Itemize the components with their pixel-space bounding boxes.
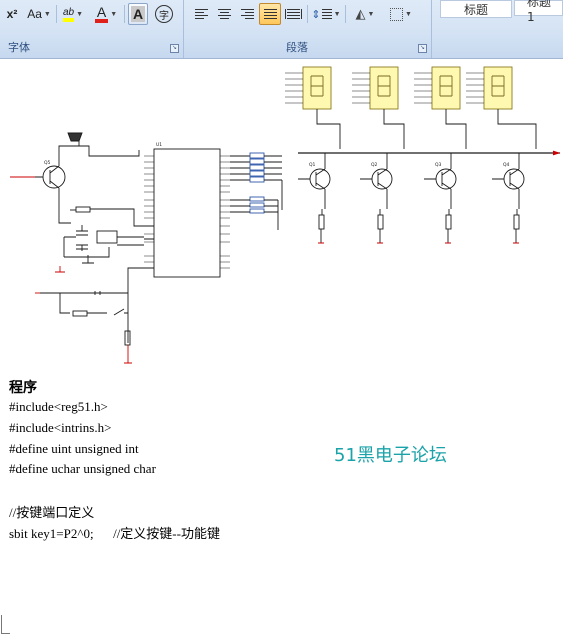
- microcontroller-chip: [153, 148, 221, 278]
- seven-segment-display-4: [466, 66, 513, 110]
- font-group: x² Aa ▼ ab ▼ A ▼ A 字 字体 ↘: [0, 0, 184, 58]
- justify-button[interactable]: [259, 3, 281, 25]
- code-line: #define uint unsigned int: [9, 441, 139, 456]
- q2-label: Q2: [371, 162, 378, 168]
- style-heading-1[interactable]: 标题 1: [514, 0, 563, 24]
- enclose-characters-button[interactable]: 字: [153, 3, 175, 25]
- font-color-icon: A: [94, 5, 109, 23]
- paragraph-group-label: 段落: [286, 41, 308, 54]
- borders-icon: [390, 7, 404, 21]
- seven-segment-display-2: [352, 66, 399, 110]
- superscript-button[interactable]: x²: [2, 3, 22, 25]
- align-right-button[interactable]: [236, 3, 258, 25]
- ribbon: x² Aa ▼ ab ▼ A ▼ A 字 字体 ↘ ⇕ ▼ ◭ ▼ ▼ 段落 ↘…: [0, 0, 563, 59]
- distributed-icon: [284, 9, 302, 19]
- line-spacing-arrows-icon: ⇕: [311, 8, 321, 21]
- divider: [345, 5, 346, 23]
- page-corner-mark: [1, 615, 10, 634]
- code-line: #define uchar unsigned char: [9, 461, 156, 476]
- character-shading-button[interactable]: A: [128, 3, 148, 25]
- chip-label: U1: [156, 142, 162, 148]
- transistor-q1: [298, 153, 331, 209]
- highlight-button[interactable]: ab ▼: [58, 3, 88, 25]
- transistor-q4: [492, 153, 525, 209]
- chevron-down-icon: ▼: [43, 10, 51, 18]
- code-line: #include<reg51.h>: [9, 399, 108, 414]
- style-heading[interactable]: 标题: [440, 0, 512, 18]
- paint-bucket-icon: ◭: [355, 6, 366, 21]
- paragraph-group: ⇕ ▼ ◭ ▼ ▼ 段落 ↘: [186, 0, 432, 58]
- circuit-schematic-image[interactable]: Q1 Q2 Q3 Q4 Q5 U1: [0, 59, 563, 371]
- code-line: //按键端口定义: [9, 505, 95, 520]
- section-heading: 程序: [9, 380, 37, 396]
- distributed-button[interactable]: [282, 3, 304, 25]
- character-shading-icon: A: [130, 6, 146, 22]
- font-dialog-launcher-icon[interactable]: ↘: [170, 44, 179, 53]
- code-line: sbit key1=P2^0; //定义按键--功能键: [9, 526, 220, 541]
- change-case-button[interactable]: Aa ▼: [24, 3, 54, 25]
- align-left-icon: [194, 9, 208, 19]
- paragraph-dialog-launcher-icon[interactable]: ↘: [418, 44, 427, 53]
- chevron-down-icon: ▼: [367, 10, 375, 18]
- divider: [307, 5, 308, 23]
- font-color-button[interactable]: A ▼: [90, 3, 122, 25]
- document-page[interactable]: Q1 Q2 Q3 Q4 Q5 U1 程序 #include<reg51.h> #…: [0, 59, 563, 634]
- seven-segment-display-3: [414, 66, 461, 110]
- styles-group: 标题 标题 1: [434, 0, 563, 58]
- align-left-button[interactable]: [190, 3, 212, 25]
- transistor-q5: [35, 165, 66, 189]
- line-spacing-icon: [321, 9, 332, 19]
- chevron-down-icon: ▼: [405, 10, 412, 18]
- watermark-text: 51黑电子论坛: [334, 445, 447, 466]
- code-line: #include<intrins.h>: [9, 420, 112, 435]
- q1-label: Q1: [309, 162, 316, 168]
- font-group-label: 字体: [8, 41, 30, 54]
- justify-icon: [263, 9, 277, 19]
- q3-label: Q3: [435, 162, 442, 168]
- divider: [124, 5, 125, 23]
- transistor-q3: [424, 153, 457, 209]
- borders-button[interactable]: ▼: [385, 3, 417, 25]
- style-heading-label: 标题: [463, 2, 488, 17]
- highlight-icon: ab: [62, 7, 75, 22]
- style-heading-1-label: 标题 1: [527, 0, 552, 24]
- q5-label: Q5: [44, 160, 51, 166]
- chevron-down-icon: ▼: [110, 10, 118, 18]
- seven-segment-display-1: [285, 66, 332, 110]
- transistor-q2: [360, 153, 393, 209]
- superscript-label: x²: [6, 7, 18, 21]
- q4-label: Q4: [503, 162, 510, 168]
- chevron-down-icon: ▼: [76, 10, 84, 18]
- chevron-down-icon: ▼: [333, 10, 341, 18]
- align-center-icon: [217, 9, 231, 19]
- align-center-button[interactable]: [213, 3, 235, 25]
- change-case-label: Aa: [27, 7, 42, 21]
- align-right-icon: [240, 9, 254, 19]
- divider: [56, 5, 57, 23]
- shading-button[interactable]: ◭ ▼: [348, 3, 382, 25]
- line-spacing-button[interactable]: ⇕ ▼: [310, 3, 342, 25]
- enclose-characters-icon: 字: [155, 5, 173, 23]
